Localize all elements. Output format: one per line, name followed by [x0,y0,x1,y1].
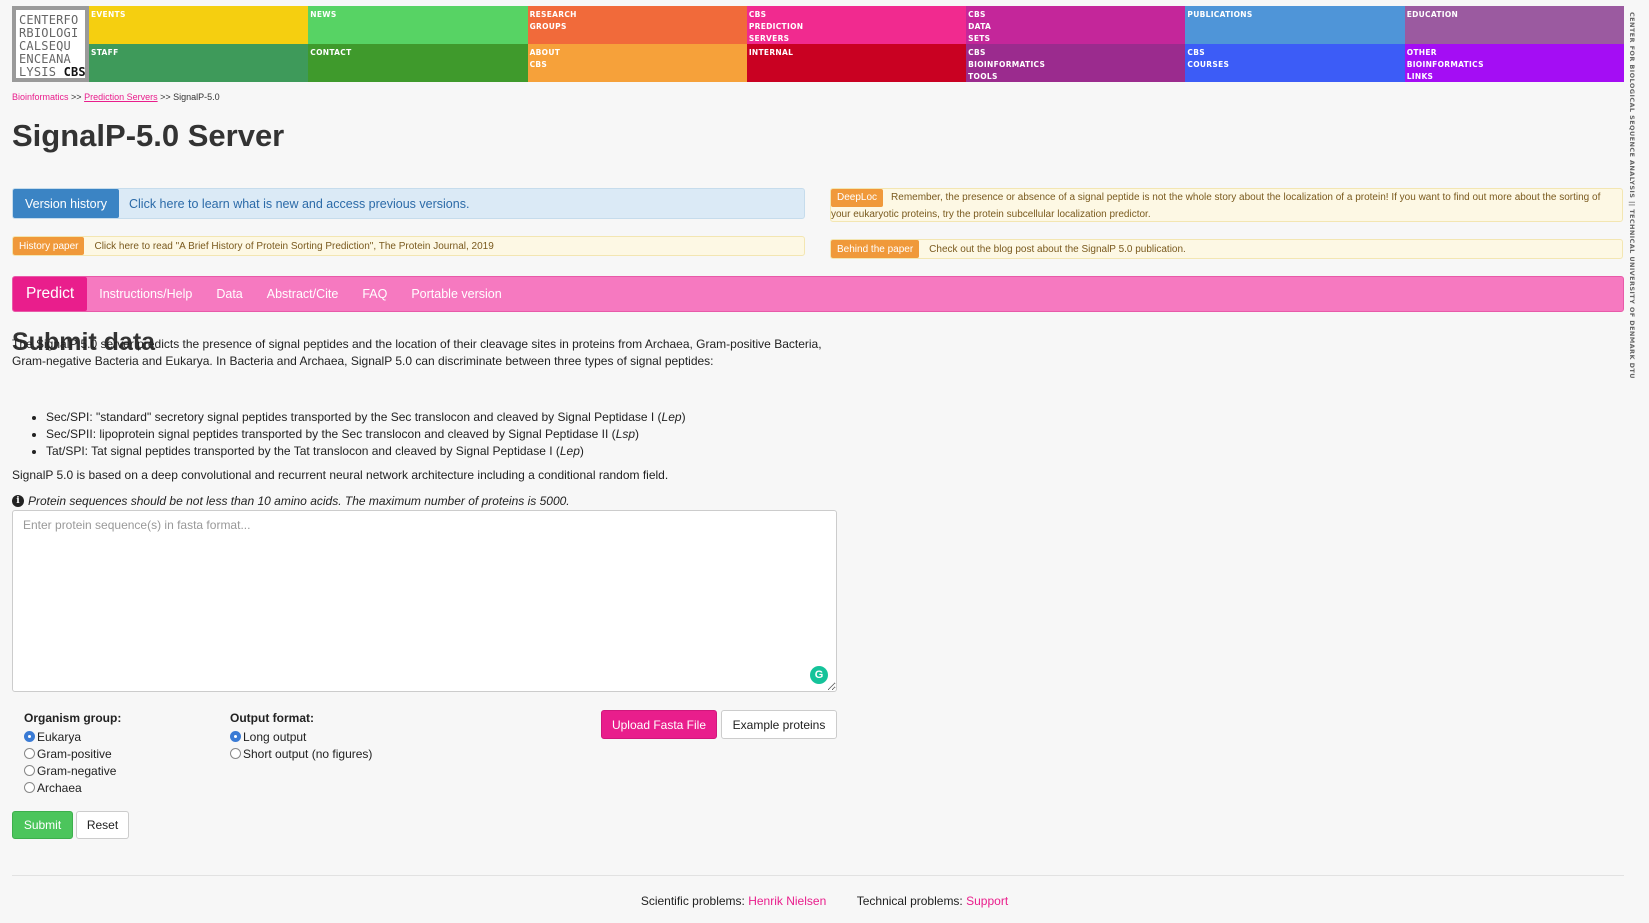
nav-research-groups[interactable]: RESEARCH GROUPS [527,6,747,44]
upload-fasta-button[interactable]: Upload Fasta File [601,710,717,739]
nav-courses[interactable]: CBS COURSES [1185,44,1405,82]
nav-data-sets[interactable]: CBS DATA SETS [966,6,1186,44]
nav-events[interactable]: EVENTS [89,6,309,44]
nav-bioinformatics-tools[interactable]: CBS BIOINFORMATICS TOOLS [966,44,1186,82]
footer-tech-label: Technical problems: [856,894,963,908]
page-title: SignalP-5.0 Server [12,118,285,153]
architecture-text: SignalP 5.0 is based on a deep convoluti… [12,468,669,482]
side-vertical-banner: CENTER FOR BIOLOGICAL SEQUENCE ANALYSIS … [1628,12,1644,412]
nav-internal[interactable]: INTERNAL [746,44,967,82]
radio-dot[interactable] [24,765,35,776]
deeploc-box[interactable]: DeepLoc Remember, the presence or absence… [830,188,1623,222]
nav-news[interactable]: NEWS [308,6,528,44]
radio-long-output[interactable]: Long output [230,728,372,745]
site-header: CENTERFO RBIOLOGI CALSEQU ENCEANA LYSIS … [12,6,1624,82]
tab-predict[interactable]: Predict [13,277,88,311]
version-history-button[interactable]: Version history [13,189,119,218]
radio-dot[interactable] [230,731,241,742]
footer-sci-contact[interactable]: Henrik Nielsen [748,894,826,908]
bullet-end: ) [579,444,584,458]
tab-portable-version[interactable]: Portable version [399,277,513,311]
version-history-box[interactable]: Version history Click here to learn what… [12,188,805,219]
radio-dot[interactable] [24,782,35,793]
radio-gram-positive[interactable]: Gram-positive [24,745,121,762]
radio-label: Long output [243,729,307,744]
history-paper-box[interactable]: History paper Click here to read "A Brie… [12,236,805,256]
radio-eukarya[interactable]: Eukarya [24,728,121,745]
bullet-em: Lep [559,444,580,458]
version-history-link[interactable]: Click here to learn what is new and acce… [119,197,469,211]
nav-other-links[interactable]: OTHER BIOINFORMATICS LINKS [1404,44,1624,82]
behind-paper-link[interactable]: Check out the blog post about the Signal… [919,244,1186,255]
radio-label: Eukarya [37,729,82,744]
list-item: Tat/SPI: Tat signal peptides transported… [46,443,686,460]
section-tabs: Predict Instructions/Help Data Abstract/… [12,276,1624,312]
breadcrumb: Bioinformatics >> Prediction Servers >> … [12,92,220,102]
radio-dot[interactable] [24,731,35,742]
grammarly-icon[interactable]: G [810,666,828,684]
breadcrumb-current: SignalP-5.0 [173,92,220,102]
footer: Scientific problems: Henrik Nielsen Tech… [0,894,1649,908]
signal-peptide-types: Sec/SPI: "standard" secretory signal pep… [44,409,686,460]
sequence-note-text: Protein sequences should be not less tha… [28,494,570,508]
nav-publications[interactable]: PUBLICATIONS [1185,6,1405,44]
radio-dot[interactable] [24,748,35,759]
logo-line: LYSIS CBS [19,65,86,79]
bullet-end: ) [635,427,640,441]
nav-staff[interactable]: STAFF [89,44,309,82]
cbs-logo[interactable]: CENTERFO RBIOLOGI CALSEQU ENCEANA LYSIS … [12,6,89,82]
nav-about-cbs[interactable]: ABOUT CBS [527,44,747,82]
radio-label: Short output (no figures) [243,746,373,761]
radio-gram-negative[interactable]: Gram-negative [24,762,121,779]
output-format-label: Output format: [230,711,314,725]
tab-faq[interactable]: FAQ [350,277,399,311]
bullet-em: Lsp [615,427,636,441]
sequence-input[interactable] [12,510,837,692]
top-nav-grid: EVENTS NEWS RESEARCH GROUPS CBS PREDICTI… [89,6,1624,82]
bullet-text: Sec/SPII: lipoprotein signal peptides tr… [46,427,616,441]
example-proteins-button[interactable]: Example proteins [721,710,837,739]
organism-group-label: Organism group: [24,711,122,725]
radio-label: Gram-negative [37,763,117,778]
breadcrumb-separator: >> [160,92,171,102]
bullet-em: Lep [661,410,682,424]
info-icon: i [12,495,24,507]
footer-sci-label: Scientific problems: [640,894,745,908]
radio-label: Gram-positive [37,746,112,761]
behind-paper-box[interactable]: Behind the paper Check out the blog post… [830,239,1623,259]
radio-label: Archaea [37,780,82,795]
radio-dot[interactable] [230,748,241,759]
breadcrumb-separator: >> [71,92,82,102]
bullet-text: Sec/SPI: "standard" secretory signal pep… [46,410,662,424]
breadcrumb-bioinformatics[interactable]: Bioinformatics [12,92,69,102]
history-paper-link[interactable]: Click here to read "A Brief History of P… [84,241,493,252]
deeploc-text-block: DeepLoc Remember, the presence or absence… [831,189,1622,223]
reset-button[interactable]: Reset [76,811,129,839]
nav-education[interactable]: EDUCATION [1404,6,1624,44]
breadcrumb-prediction-servers[interactable]: Prediction Servers [84,92,158,102]
deeploc-text[interactable]: Remember, the presence or absence of a s… [831,192,1600,220]
behind-paper-badge: Behind the paper [831,240,920,258]
nav-prediction-servers[interactable]: CBS PREDICTION SERVERS [746,6,967,44]
nav-contact[interactable]: CONTACT [308,44,528,82]
radio-short-output[interactable]: Short output (no figures) [230,745,372,762]
list-item: Sec/SPII: lipoprotein signal peptides tr… [46,426,686,443]
intro-paragraph: The SignalP 5.0 server predicts the pres… [12,337,822,368]
radio-archaea[interactable]: Archaea [24,779,121,796]
footer-divider [12,875,1624,876]
footer-tech-contact[interactable]: Support [966,894,1008,908]
tab-abstract-cite[interactable]: Abstract/Cite [255,277,351,311]
history-paper-badge: History paper [13,237,85,255]
sequence-note: i Protein sequences should be not less t… [12,494,570,508]
output-format: Output format: Long output Short output … [230,711,372,762]
tab-data[interactable]: Data [204,277,254,311]
deeploc-badge[interactable]: DeepLoc [831,189,884,207]
bullet-end: ) [681,410,686,424]
tab-instructions-help[interactable]: Instructions/Help [87,277,204,311]
list-item: Sec/SPI: "standard" secretory signal pep… [46,409,686,426]
submit-button[interactable]: Submit [12,811,73,839]
bullet-text: Tat/SPI: Tat signal peptides transported… [46,444,560,458]
vertical-banner-text: CENTER FOR BIOLOGICAL SEQUENCE ANALYSIS … [1628,12,1636,379]
organism-group: Organism group: Eukarya Gram-positive Gr… [24,711,121,796]
